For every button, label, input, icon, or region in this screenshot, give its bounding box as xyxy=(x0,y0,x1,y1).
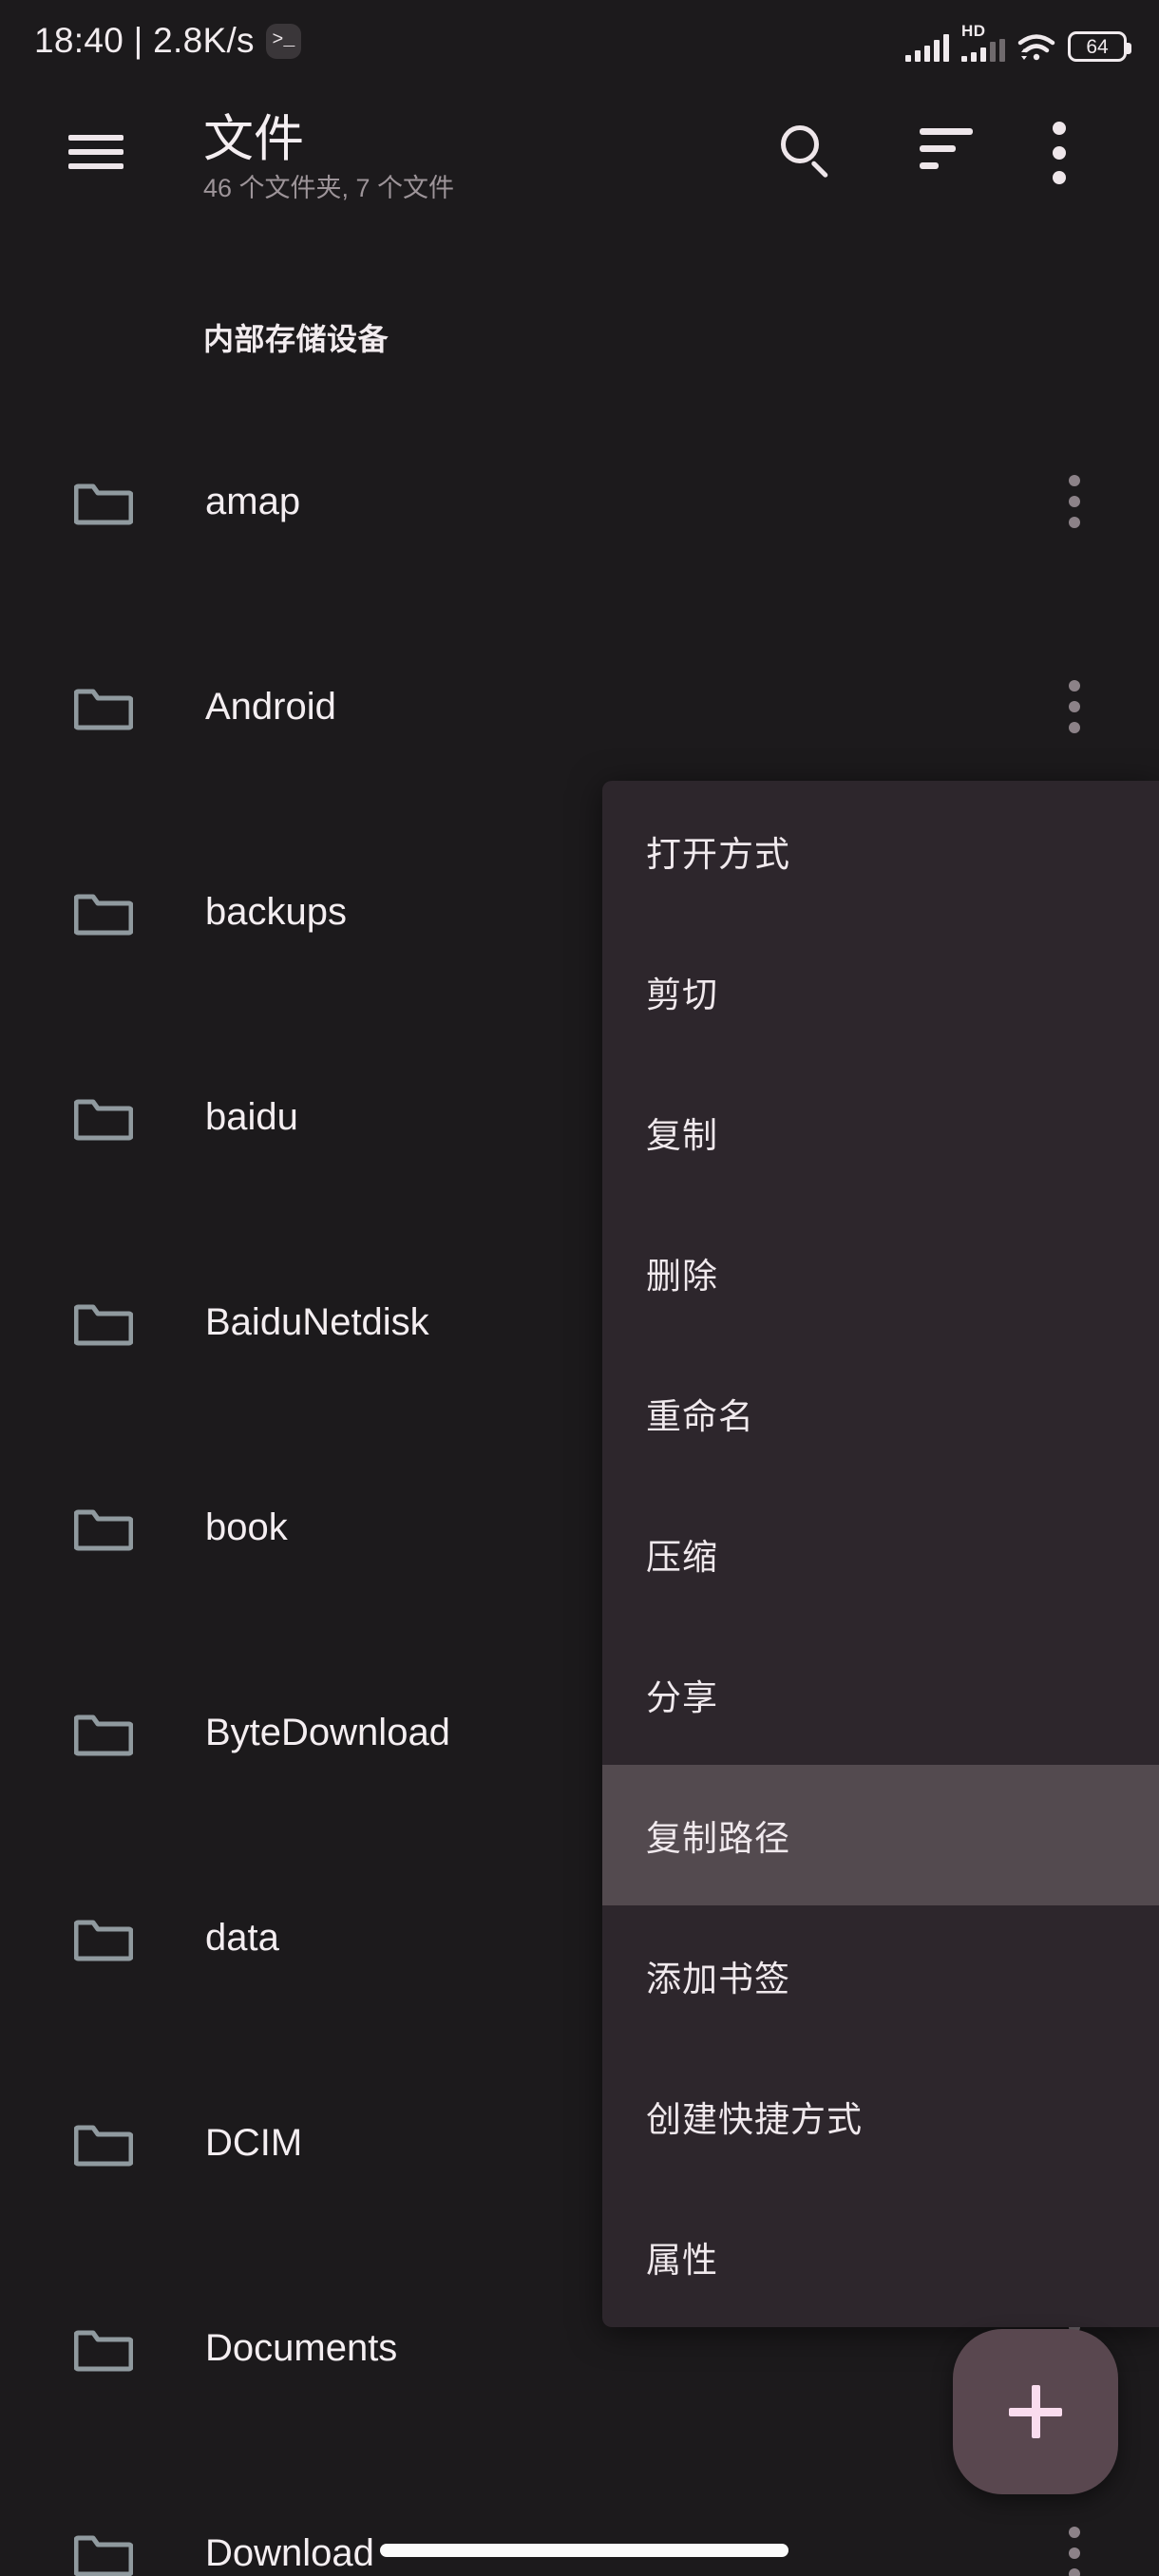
phone-screen: 18:40 | 2.8K/s >_ HD 64 文件 46 个文件夹, 7 个文… xyxy=(0,0,1159,2576)
hamburger-menu-icon[interactable] xyxy=(68,131,124,173)
context-menu-item-label: 复制路径 xyxy=(646,1819,790,1858)
file-list-item-label: backups xyxy=(205,891,347,933)
context-menu-item-label: 打开方式 xyxy=(646,835,790,874)
folder-icon xyxy=(74,1093,133,1141)
context-menu-item[interactable]: 创建快捷方式 xyxy=(602,2046,1159,2187)
search-icon[interactable] xyxy=(779,123,836,180)
file-list-item-label: book xyxy=(205,1506,288,1548)
folder-icon xyxy=(74,683,133,730)
context-menu-item[interactable]: 分享 xyxy=(602,1624,1159,1765)
context-menu-item[interactable]: 打开方式 xyxy=(602,781,1159,921)
plus-icon xyxy=(1009,2385,1062,2438)
sort-icon[interactable] xyxy=(920,123,973,173)
context-menu-item-label: 删除 xyxy=(646,1257,718,1296)
clock-and-netspeed: 18:40 | 2.8K/s xyxy=(34,21,255,60)
battery-icon: 64 xyxy=(1068,31,1131,62)
context-menu[interactable]: 打开方式剪切复制删除重命名压缩分享复制路径添加书签创建快捷方式 属性 xyxy=(602,781,1159,2327)
file-list-item-label: baidu xyxy=(205,1096,298,1138)
title-block: 文件 46 个文件夹, 7 个文件 xyxy=(203,110,454,204)
file-list-item-label: amap xyxy=(205,481,301,522)
file-list-item-more-icon[interactable] xyxy=(1069,475,1080,528)
folder-icon xyxy=(74,1709,133,1756)
file-list-item-more-icon[interactable] xyxy=(1069,680,1080,733)
file-list-item-label: DCIM xyxy=(205,2122,303,2164)
add-fab-button[interactable] xyxy=(953,2329,1118,2494)
folder-icon xyxy=(74,2119,133,2167)
page-title: 文件 xyxy=(203,111,304,167)
terminal-icon: >_ xyxy=(265,23,301,59)
more-vertical-icon[interactable] xyxy=(1053,122,1066,184)
context-menu-item[interactable]: 剪切 xyxy=(602,921,1159,1062)
context-menu-item-label: 剪切 xyxy=(646,975,718,1014)
status-bar-right: HD 64 xyxy=(905,20,1131,62)
context-menu-item-label: 分享 xyxy=(646,1678,718,1717)
file-list-item-label: BaiduNetdisk xyxy=(205,1301,429,1343)
file-list-item-label: data xyxy=(205,1917,279,1959)
battery-level: 64 xyxy=(1086,35,1109,58)
context-menu-item[interactable]: 压缩 xyxy=(602,1484,1159,1624)
folder-icon xyxy=(74,1504,133,1551)
context-menu-item[interactable]: 复制路径 xyxy=(602,1765,1159,1905)
context-menu-item[interactable]: 属性 xyxy=(602,2187,1159,2327)
context-menu-item-label: 属性 xyxy=(646,2241,718,2280)
file-list-item-label: Download xyxy=(205,2532,374,2574)
storage-section-header: 内部存储设备 xyxy=(203,322,390,356)
status-bar: 18:40 | 2.8K/s >_ HD 64 xyxy=(0,0,1159,82)
file-list-item-label: Documents xyxy=(205,2327,398,2369)
status-bar-left: 18:40 | 2.8K/s >_ xyxy=(34,21,301,61)
folder-icon xyxy=(74,2529,133,2576)
context-menu-item[interactable]: 复制 xyxy=(602,1062,1159,1203)
context-menu-item[interactable]: 添加书签 xyxy=(602,1905,1159,2046)
folder-icon xyxy=(74,1298,133,1346)
hd-label: HD xyxy=(961,22,986,40)
folder-icon xyxy=(74,2324,133,2372)
context-menu-item[interactable]: 重命名 xyxy=(602,1343,1159,1484)
page-subtitle: 46 个文件夹, 7 个文件 xyxy=(203,174,455,202)
context-menu-item[interactable]: 删除 xyxy=(602,1203,1159,1343)
cellular-signal-2-icon xyxy=(961,39,1005,62)
folder-icon xyxy=(74,1914,133,1961)
terminal-glyph: >_ xyxy=(272,29,295,51)
context-menu-item-label: 压缩 xyxy=(646,1538,718,1577)
wifi-icon xyxy=(1017,33,1055,62)
folder-icon xyxy=(74,478,133,525)
file-list-item-label: ByteDownload xyxy=(205,1712,450,1753)
hd-signal-group: HD xyxy=(961,23,1005,62)
file-list-item[interactable]: amap xyxy=(0,399,1159,604)
context-menu-item-label: 重命名 xyxy=(646,1397,754,1436)
app-bar: 文件 46 个文件夹, 7 个文件 xyxy=(0,104,1159,218)
file-list-item-more-icon[interactable] xyxy=(1069,2527,1080,2576)
file-list-item-label: Android xyxy=(205,686,336,728)
context-menu-item-label: 添加书签 xyxy=(646,1960,790,1998)
context-menu-item-label: 复制 xyxy=(646,1116,718,1155)
home-gesture-bar[interactable] xyxy=(380,2544,788,2557)
folder-icon xyxy=(74,888,133,936)
cellular-signal-icon xyxy=(905,33,949,62)
context-menu-item-label: 创建快捷方式 xyxy=(646,2100,863,2139)
file-list-item[interactable]: Android xyxy=(0,604,1159,809)
